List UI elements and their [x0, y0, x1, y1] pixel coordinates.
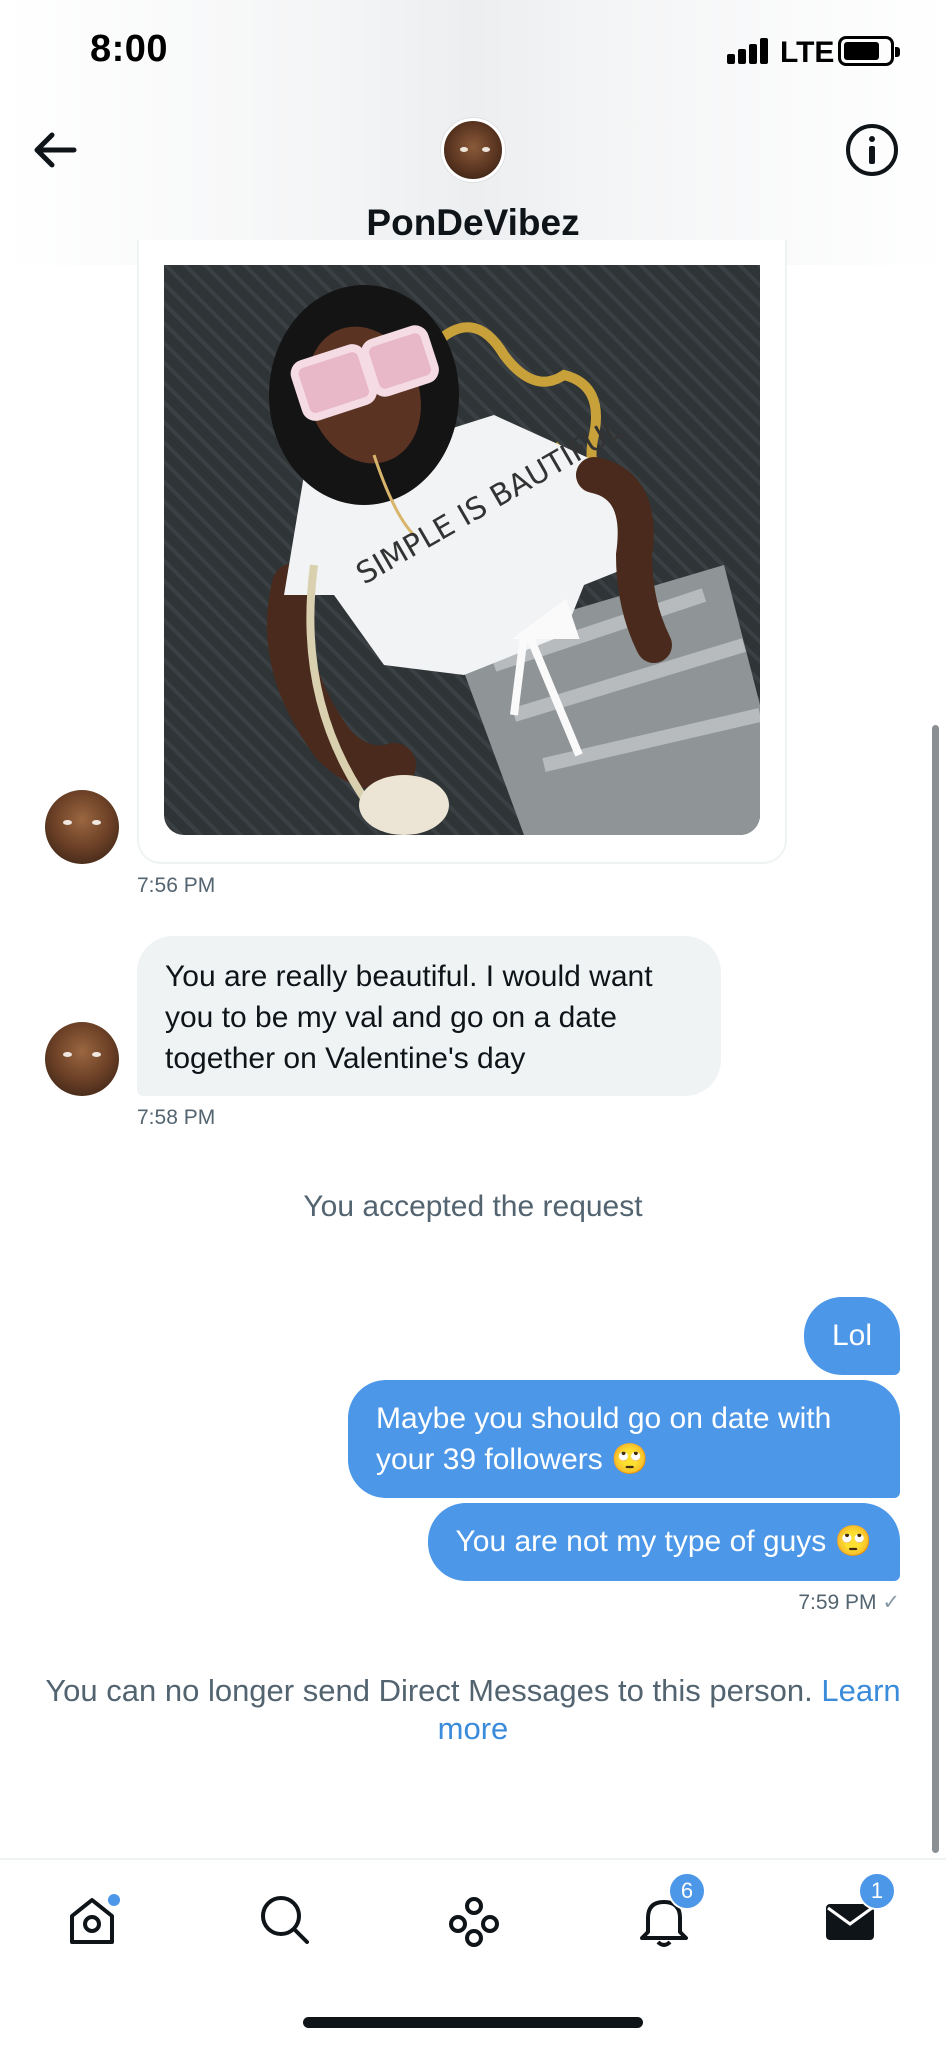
message-photo[interactable]: SIMPLE IS BAUTIFUL: [164, 265, 760, 835]
tab-communities[interactable]: [444, 1890, 514, 1960]
signal-icon: [727, 38, 771, 64]
dm-restricted-notice: You can no longer send Direct Messages t…: [30, 1672, 916, 1748]
outgoing-message-bubble[interactable]: You are not my type of guys 🙄: [427, 1503, 900, 1581]
tab-notifications[interactable]: 6: [634, 1872, 706, 1960]
battery-icon: [838, 36, 900, 66]
read-check-icon: ✓: [882, 1591, 900, 1614]
outgoing-message-bubble[interactable]: Lol: [803, 1297, 900, 1375]
arrow-left-icon: [34, 132, 77, 168]
message-timestamp: 7:59 PM ✓: [798, 1590, 900, 1615]
request-accepted-notice: You accepted the request: [303, 1190, 643, 1223]
conversation-header: 8:00 LTE PonDeVibez: [0, 0, 946, 265]
back-button[interactable]: [30, 120, 82, 180]
network-label: LTE: [780, 36, 835, 69]
sender-avatar[interactable]: [45, 1022, 119, 1096]
outgoing-message-bubble[interactable]: Maybe you should go on date with your 39…: [348, 1380, 900, 1498]
message-timestamp: 7:58 PM: [137, 1106, 216, 1129]
messages-badge: 1: [858, 1872, 896, 1910]
outgoing-time: 7:59 PM: [798, 1591, 877, 1614]
sender-avatar[interactable]: [45, 790, 119, 864]
incoming-message-bubble[interactable]: You are really beautiful. I would want y…: [137, 936, 721, 1096]
home-unread-dot: [108, 1894, 120, 1906]
search-icon: [261, 1896, 309, 1944]
info-button[interactable]: [846, 124, 898, 176]
home-indicator[interactable]: [303, 2017, 643, 2028]
status-time: 8:00: [90, 28, 169, 70]
avatar[interactable]: [441, 118, 505, 182]
conversation-title[interactable]: PonDeVibez: [0, 202, 946, 244]
notifications-badge: 6: [668, 1872, 706, 1910]
tab-home[interactable]: [62, 1890, 132, 1960]
scrollbar[interactable]: [932, 725, 939, 1853]
message-timestamp: 7:56 PM: [137, 874, 216, 897]
tab-messages[interactable]: 1: [820, 1872, 896, 1960]
tab-search[interactable]: [255, 1890, 325, 1960]
communities-icon: [449, 1897, 499, 1947]
status-bar: 8:00 LTE: [0, 0, 946, 100]
dm-restricted-text: You can no longer send Direct Messages t…: [45, 1673, 813, 1708]
